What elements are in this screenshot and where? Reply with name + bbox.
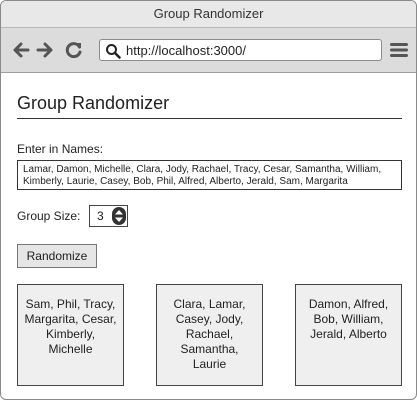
browser-window: Group Randomizer http://localhost:3000/ …	[0, 0, 417, 400]
group-card-2: Clara, Lamar, Casey, Jody, Rachael, Sama…	[156, 284, 263, 386]
address-bar[interactable]	[99, 39, 382, 61]
group-size-label: Group Size:	[17, 209, 81, 223]
hamburger-menu-icon[interactable]	[390, 41, 408, 59]
forward-arrow-icon[interactable]	[35, 40, 55, 60]
title-divider	[17, 118, 402, 119]
browser-toolbar	[1, 28, 416, 73]
window-title: Group Randomizer	[1, 1, 416, 28]
page-title: Group Randomizer	[17, 93, 170, 113]
group-size-value: 3	[97, 209, 104, 223]
stepper-arrows-icon[interactable]	[112, 207, 126, 225]
url-input[interactable]	[126, 41, 376, 59]
names-label: Enter in Names:	[17, 142, 104, 156]
search-icon	[105, 43, 121, 59]
randomize-button[interactable]: Randomize	[17, 244, 97, 268]
group-card-3: Damon, Alfred, Bob, William, Jerald, Alb…	[295, 284, 402, 386]
group-size-stepper[interactable]: 3	[89, 205, 128, 227]
group-card-1: Sam, Phil, Tracy, Margarita, Cesar, Kimb…	[17, 284, 124, 386]
names-textarea[interactable]: Lamar, Damon, Michelle, Clara, Jody, Rac…	[17, 160, 402, 190]
back-arrow-icon[interactable]	[11, 40, 31, 60]
reload-icon[interactable]	[64, 40, 84, 60]
